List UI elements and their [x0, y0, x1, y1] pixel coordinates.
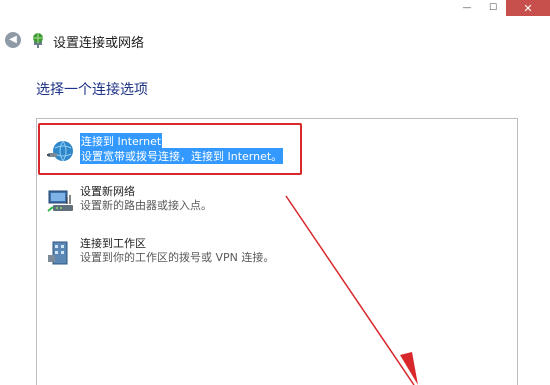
title-row: ◀ 设置连接或网络 — [0, 27, 550, 53]
page-title: 设置连接或网络 — [53, 36, 145, 51]
back-button[interactable]: ◀ — [5, 32, 21, 48]
window-caption: — ☐ ✕ — [0, 0, 550, 26]
maximize-button[interactable]: ☐ — [480, 0, 506, 16]
option-description: 设置宽带或拨号连接，连接到 Internet。 — [80, 148, 284, 164]
new-network-icon — [47, 190, 73, 212]
network-setup-icon — [33, 33, 43, 48]
close-button[interactable]: ✕ — [506, 0, 550, 16]
globe-connect-icon — [47, 140, 73, 162]
minimize-button[interactable]: — — [454, 0, 480, 16]
section-heading: 选择一个连接选项 — [36, 82, 148, 98]
option-setup-new-network[interactable]: 设置新网络 设置新的路由器或接入点。 — [43, 181, 343, 221]
option-connect-workplace[interactable]: 连接到工作区 设置到你的工作区的拨号或 VPN 连接。 — [43, 233, 343, 273]
option-description: 设置新的路由器或接入点。 — [80, 199, 212, 212]
back-arrow-icon: ◀ — [9, 34, 17, 45]
workplace-connect-icon — [48, 241, 68, 265]
connection-options-list: 连接到 Internet 设置宽带或拨号连接，连接到 Internet。 设置新… — [36, 118, 518, 385]
option-title: 连接到 Internet — [80, 133, 163, 149]
window-controls: — ☐ ✕ — [454, 0, 550, 16]
option-description: 设置到你的工作区的拨号或 VPN 连接。 — [80, 251, 275, 264]
option-connect-internet[interactable]: 连接到 Internet 设置宽带或拨号连接，连接到 Internet。 — [43, 131, 343, 171]
